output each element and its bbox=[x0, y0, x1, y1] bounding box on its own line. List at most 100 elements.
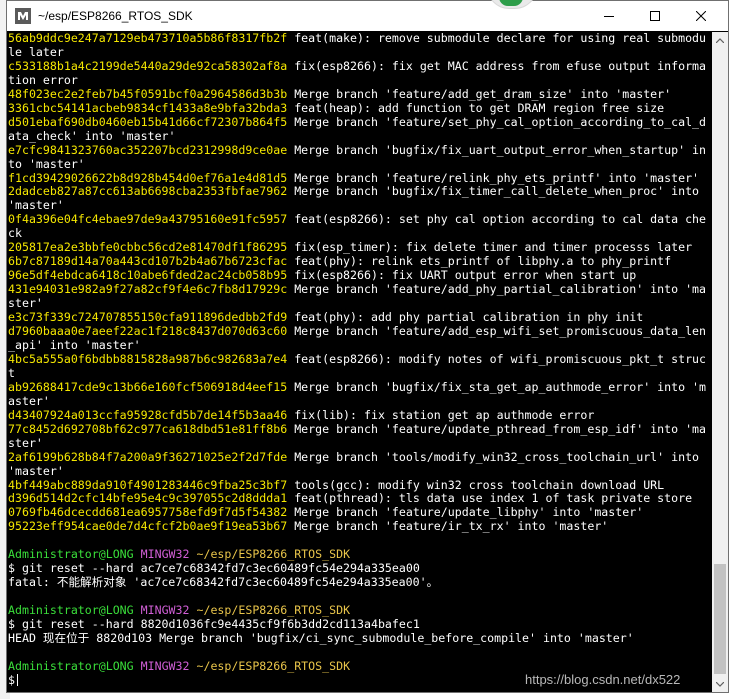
log-line: 0f4a396e04fc4ebae97de9a43795160e91fc5957… bbox=[8, 212, 711, 241]
commit-hash: c533188b1a4c2199de5440a29de92ca58302af8a bbox=[8, 58, 288, 73]
log-line: 77c8452d692708bf62c977ca618dbd51e81ff8b6… bbox=[8, 421, 711, 451]
commit-message: feat(phy): relink ets_printf of libphy.a… bbox=[294, 254, 672, 269]
scroll-down-button[interactable] bbox=[712, 676, 728, 692]
close-button[interactable] bbox=[678, 1, 724, 31]
log-line: 95223eff954cae0de7d4cfcf2b0ae9f19ea53b67… bbox=[8, 519, 711, 534]
commit-hash: 56ab9ddc9e247a7129eb473710a5b86f8317fb2f bbox=[8, 32, 288, 45]
close-icon bbox=[696, 11, 706, 21]
log-line: 205817ea2e3bbfe0cbbc56cd2e81470df1f86295… bbox=[8, 240, 711, 255]
log-line: d7960baaa0e7aeef22ac1f218c8437d070d63c60… bbox=[8, 324, 711, 353]
minimize-button[interactable] bbox=[586, 1, 632, 31]
commit-message: Merge branch 'feature/relink_phy_ets_pri… bbox=[294, 170, 700, 185]
prompt-line: Administrator@LONG MINGW32 ~/esp/ESP8266… bbox=[8, 547, 711, 562]
log-line: 0769fb46dcecdd681ea6957758efd9f7d5f54382… bbox=[8, 505, 711, 520]
commit-hash: d396d514d2cfc14bfe95e4c9c397055c2d8ddda1 bbox=[8, 491, 288, 506]
command-line: $ git reset --hard 8820d1036fc9e4435cf9f… bbox=[8, 616, 420, 631]
log-line: c533188b1a4c2199de5440a29de92ca58302af8a… bbox=[8, 58, 711, 88]
commit-hash: d43407924a013ccfa95928cfd5b7de14f5b3aa46 bbox=[8, 407, 288, 422]
log-line: 2dadceb827a87cc613ab6698cba2353fbfae7962… bbox=[8, 185, 711, 213]
commit-message: fix(esp8266): fix UART output error when… bbox=[294, 268, 637, 283]
prompt-path: ~/esp/ESP8266_RTOS_SDK bbox=[196, 603, 351, 617]
terminal-window: ~/esp/ESP8266_RTOS_SDK 56ab9ddc9e247a712… bbox=[6, 0, 729, 693]
prompt-user: Administrator@LONG bbox=[8, 603, 134, 617]
commit-message: Merge branch 'feature/update_libphy' int… bbox=[294, 505, 644, 520]
commit-message: tools(gcc): modify win32 cross toolchain… bbox=[294, 477, 665, 492]
log-line: 6b7c87189d14a70a443cd107b2b4a67b6723cfac… bbox=[8, 254, 711, 269]
commit-message: Merge branch 'feature/ir_tx_rx' into 'ma… bbox=[294, 519, 609, 534]
commit-message: fix(lib): fix station get ap authmode er… bbox=[294, 407, 595, 422]
prompt-user: Administrator@LONG bbox=[8, 658, 134, 673]
log-line: ab92688417cde9c13b66e160fcf506918d4eef15… bbox=[8, 379, 711, 409]
commit-hash: d501ebaf690db0460eb15b41d66cf72307b864f5 bbox=[8, 114, 288, 129]
log-line: 96e5df4ebdca6418c10abe6fded2ac24cb058b95… bbox=[8, 268, 711, 283]
commit-hash: 77c8452d692708bf62c977ca618dbd51e81ff8b6 bbox=[8, 421, 288, 436]
log-line: 48f023ec2e2feb7b45f0591bcf0a2964586d3b3b… bbox=[8, 86, 711, 102]
commit-hash: 4bf449abc889da910f4901283446c9fba25c3bf7 bbox=[8, 477, 288, 492]
prompt-path: ~/esp/ESP8266_RTOS_SDK bbox=[196, 658, 351, 673]
command-output: HEAD 现在位于 8820d103 Merge branch 'bugfix/… bbox=[8, 630, 634, 645]
log-line: 56ab9ddc9e247a7129eb473710a5b86f8317fb2f… bbox=[8, 32, 711, 60]
commit-hash: d7960baaa0e7aeef22ac1f218c8437d070d63c60 bbox=[8, 324, 288, 339]
commit-hash: 96e5df4ebdca6418c10abe6fded2ac24cb058b95 bbox=[8, 268, 288, 283]
log-line: d396d514d2cfc14bfe95e4c9c397055c2d8ddda1… bbox=[8, 491, 711, 506]
commit-hash: 2dadceb827a87cc613ab6698cba2353fbfae7962 bbox=[8, 184, 288, 199]
prompt-env: MINGW32 bbox=[140, 547, 190, 562]
chevron-up-icon bbox=[716, 37, 724, 43]
terminal-output[interactable]: 56ab9ddc9e247a7129eb473710a5b86f8317fb2f… bbox=[8, 32, 711, 692]
command-line: $ git reset --hard ac7ce7c68342fd7c3ec60… bbox=[8, 561, 420, 576]
commit-message: feat(heap): add function to get DRAM reg… bbox=[294, 100, 665, 115]
maximize-icon bbox=[650, 11, 660, 21]
commit-hash: 4bc5a555a0f6bdbb8815828a987b6c982683a7e4 bbox=[8, 351, 288, 366]
log-line: f1cd39429026622b8d928b454d0ef76a1e4d81d5… bbox=[8, 170, 711, 186]
log-line: 3361cbc54141acbeb9834cf1433a8e9bfa32bda3… bbox=[8, 100, 711, 116]
watermark: https://blog.csdn.net/dx522 bbox=[525, 672, 681, 687]
log-line: 2af6199b628b84f7a200a9f36271025e2f2d7fde… bbox=[8, 449, 711, 479]
commit-message: fix(esp_timer): fix delete timer and tim… bbox=[294, 240, 693, 255]
scroll-up-button[interactable] bbox=[712, 32, 728, 48]
commit-hash: 48f023ec2e2feb7b45f0591bcf0a2964586d3b3b bbox=[8, 86, 288, 101]
prompt-line: Administrator@LONG MINGW32 ~/esp/ESP8266… bbox=[8, 603, 711, 618]
commit-hash: ab92688417cde9c13b66e160fcf506918d4eef15 bbox=[8, 379, 288, 394]
commit-hash: 95223eff954cae0de7d4cfcf2b0ae9f19ea53b67 bbox=[8, 519, 288, 534]
vertical-scrollbar[interactable] bbox=[712, 32, 728, 692]
minimize-icon bbox=[604, 16, 614, 17]
commit-hash: 2af6199b628b84f7a200a9f36271025e2f2d7fde bbox=[8, 449, 288, 464]
shell-session: Administrator@LONG MINGW32 ~/esp/ESP8266… bbox=[8, 547, 711, 660]
commit-hash: 0769fb46dcecdd681ea6957758efd9f7d5f54382 bbox=[8, 505, 288, 520]
chevron-down-icon bbox=[716, 681, 724, 687]
commit-hash: 3361cbc54141acbeb9834cf1433a8e9bfa32bda3 bbox=[8, 100, 288, 115]
commit-hash: e7cfc9841323760ac352207bcd2312998d9ce0ae bbox=[8, 142, 288, 157]
log-line: 4bf449abc889da910f4901283446c9fba25c3bf7… bbox=[8, 477, 711, 493]
prompt-env: MINGW32 bbox=[140, 603, 190, 617]
commit-message: feat(phy): add phy partial calibration i… bbox=[294, 310, 644, 325]
text-cursor bbox=[16, 673, 18, 686]
log-line: d501ebaf690db0460eb15b41d66cf72307b864f5… bbox=[8, 114, 711, 144]
log-line: e3c73f339c724707855150cfa911896dedbb2fd9… bbox=[8, 310, 711, 325]
log-line: e7cfc9841323760ac352207bcd2312998d9ce0ae… bbox=[8, 142, 711, 172]
commit-hash: f1cd39429026622b8d928b454d0ef76a1e4d81d5 bbox=[8, 170, 288, 185]
prompt-path: ~/esp/ESP8266_RTOS_SDK bbox=[196, 547, 351, 562]
commit-hash: e3c73f339c724707855150cfa911896dedbb2fd9 bbox=[8, 310, 288, 325]
commit-message: feat(pthread): tls data use index 1 of t… bbox=[294, 491, 693, 506]
window-title: ~/esp/ESP8266_RTOS_SDK bbox=[38, 9, 193, 23]
title-bar[interactable]: ~/esp/ESP8266_RTOS_SDK bbox=[7, 0, 728, 31]
log-line: 4bc5a555a0f6bdbb8815828a987b6c982683a7e4… bbox=[8, 351, 711, 381]
commit-hash: 431e94031e982a9f27a82cf9f4e6c7fb8d17929c bbox=[8, 282, 288, 297]
commit-hash: 205817ea2e3bbfe0cbbc56cd2e81470df1f86295 bbox=[8, 240, 288, 255]
prompt-env: MINGW32 bbox=[140, 658, 190, 673]
commit-hash: 0f4a396e04fc4ebae97de9a43795160e91fc5957 bbox=[8, 212, 288, 227]
command-output: fatal: 不能解析对象 'ac7ce7c68342fd7c3ec60489f… bbox=[8, 575, 439, 590]
git-log-list: 56ab9ddc9e247a7129eb473710a5b86f8317fb2f… bbox=[8, 32, 711, 534]
mintty-app-icon bbox=[15, 8, 31, 24]
log-line: 431e94031e982a9f27a82cf9f4e6c7fb8d17929c… bbox=[8, 282, 711, 311]
commit-hash: 6b7c87189d14a70a443cd107b2b4a67b6723cfac bbox=[8, 254, 288, 269]
log-line: d43407924a013ccfa95928cfd5b7de14f5b3aa46… bbox=[8, 407, 711, 423]
scrollbar-thumb[interactable] bbox=[714, 564, 726, 674]
prompt-user: Administrator@LONG bbox=[8, 547, 134, 562]
commit-message: Merge branch 'feature/add_get_dram_size'… bbox=[294, 86, 672, 101]
maximize-button[interactable] bbox=[632, 1, 678, 31]
prompt-symbol: $ bbox=[8, 672, 15, 687]
